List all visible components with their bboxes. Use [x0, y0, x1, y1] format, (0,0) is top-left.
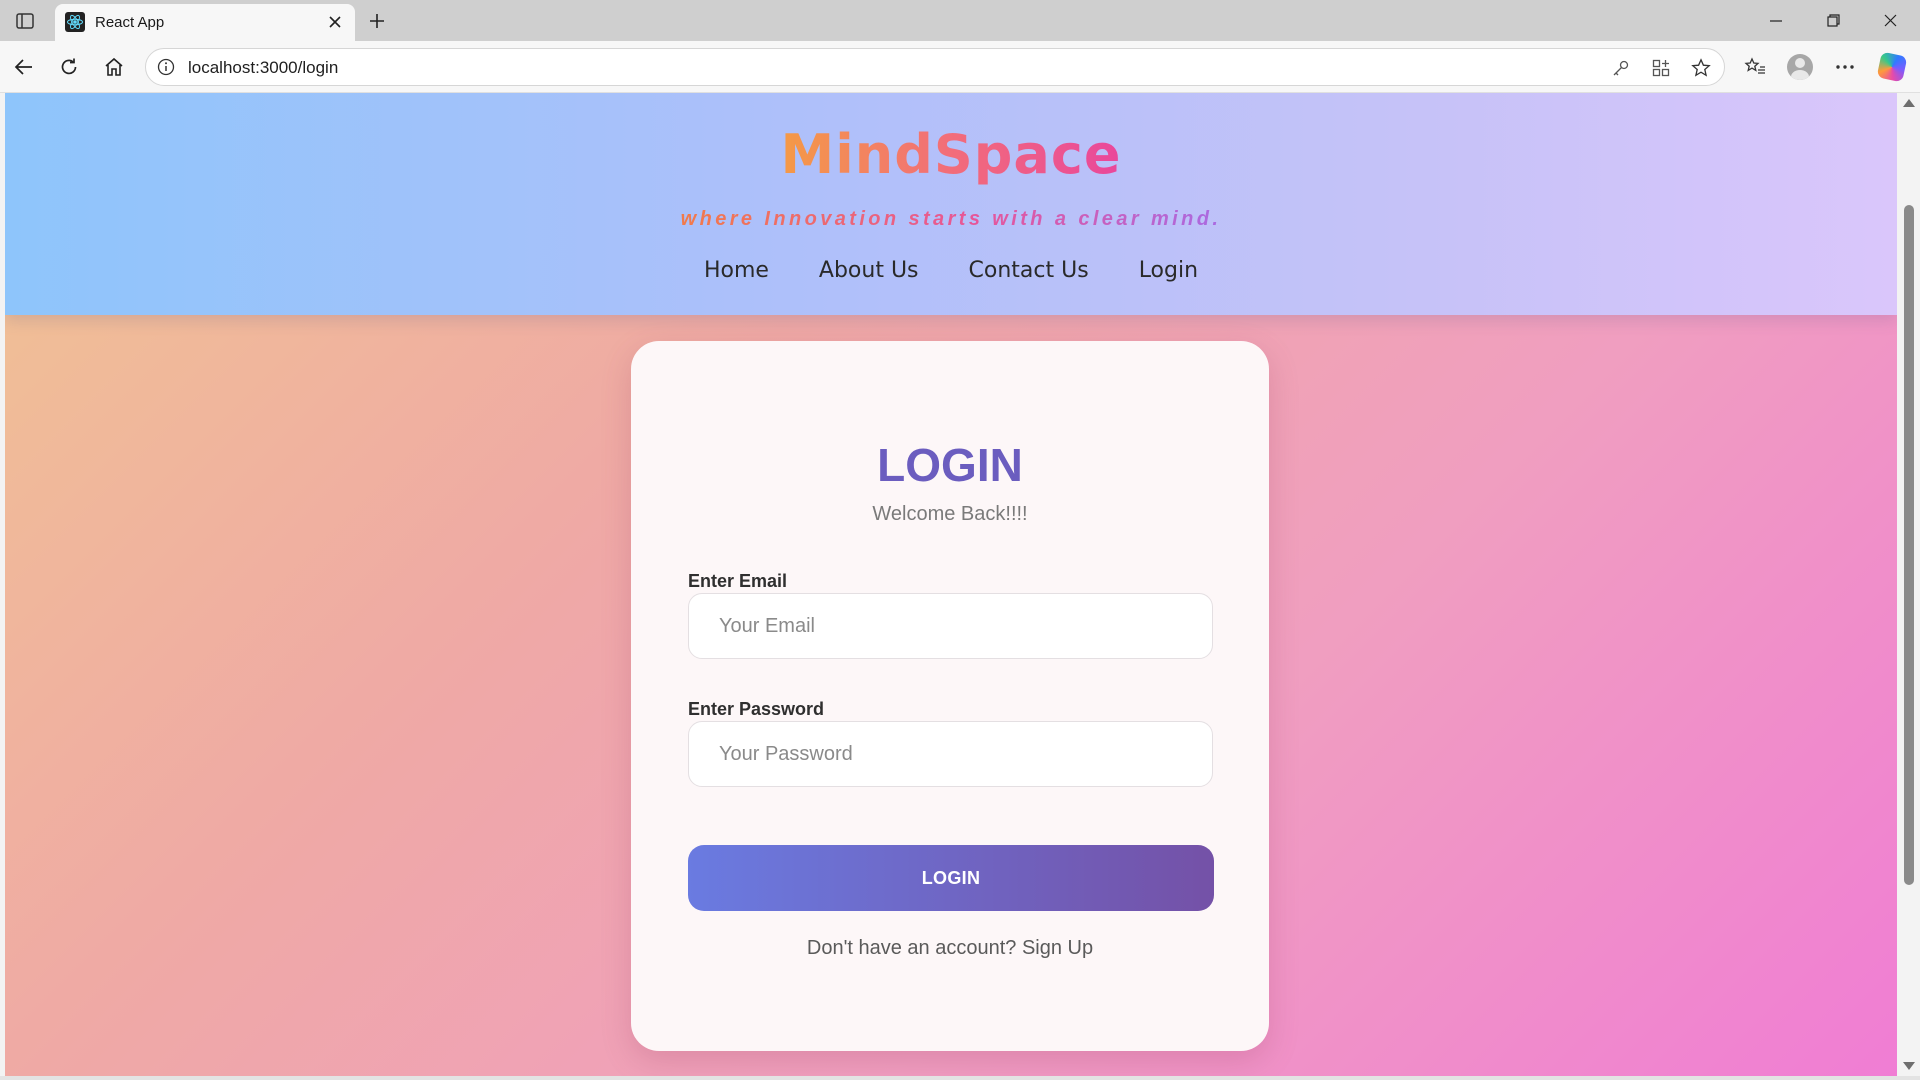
brand-name: MindSpace	[780, 123, 1122, 186]
copilot-icon[interactable]	[1876, 51, 1908, 83]
new-tab-icon[interactable]	[363, 7, 391, 35]
tagline-text: where Innovation starts with a clear min…	[680, 208, 1222, 230]
login-title: LOGIN	[877, 439, 1023, 491]
password-label: Enter Password	[688, 699, 825, 719]
site-info-icon[interactable]	[156, 57, 176, 77]
welcome-subtitle: Welcome Back!!!!	[872, 503, 1028, 525]
page-scrollbar[interactable]	[1897, 93, 1920, 1076]
close-window-icon[interactable]	[1862, 0, 1918, 41]
nav-contact-us[interactable]: Contact Us	[969, 258, 1089, 283]
browser-tab[interactable]: React App	[55, 4, 355, 41]
back-icon[interactable]	[8, 51, 40, 83]
restore-icon[interactable]	[1805, 0, 1861, 41]
home-icon[interactable]	[98, 51, 130, 83]
copilot-logo	[1876, 51, 1908, 83]
sidebar-toggle-icon[interactable]	[12, 8, 38, 34]
profile-avatar[interactable]	[1784, 51, 1816, 83]
email-label: Enter Email	[688, 571, 788, 591]
signup-prompt: Don't have an account?	[806, 937, 1017, 959]
minimize-icon[interactable]	[1748, 0, 1804, 41]
signup-link[interactable]: Sign Up	[1022, 937, 1093, 959]
scroll-down-icon[interactable]	[1903, 1062, 1915, 1070]
nav-home[interactable]: Home	[704, 258, 769, 283]
react-icon	[65, 12, 85, 32]
address-bar[interactable]: localhost:3000/login	[145, 48, 1725, 86]
avatar-icon	[1787, 54, 1813, 80]
brand-title: MindSpace	[5, 123, 1897, 186]
site-header: MindSpace where Innovation starts with a…	[5, 93, 1897, 315]
browser-tab-bar: React App	[0, 0, 1920, 41]
favorites-list-icon[interactable]	[1739, 51, 1771, 83]
nav-about-us[interactable]: About Us	[819, 258, 919, 283]
page-viewport: MindSpace where Innovation starts with a…	[5, 93, 1897, 1076]
favorite-star-icon[interactable]	[1689, 56, 1713, 80]
reload-icon[interactable]	[53, 51, 85, 83]
app-available-icon[interactable]	[1649, 56, 1673, 80]
window-bottom-edge	[0, 1076, 1920, 1080]
close-tab-icon[interactable]	[325, 12, 345, 32]
tagline: where Innovation starts with a clear min…	[5, 208, 1897, 231]
password-key-icon[interactable]	[1609, 56, 1633, 80]
main-nav: Home About Us Contact Us Login	[5, 258, 1897, 283]
signup-row: Don't have an account? Sign Up	[631, 937, 1269, 960]
login-card: LOGIN Welcome Back!!!! Enter Email Enter…	[631, 341, 1269, 1051]
password-field[interactable]	[688, 721, 1213, 787]
email-field[interactable]	[688, 593, 1213, 659]
scroll-up-icon[interactable]	[1903, 99, 1915, 107]
tab-title: React App	[95, 14, 165, 31]
browser-toolbar: localhost:3000/login	[0, 41, 1920, 93]
scrollbar-thumb[interactable]	[1904, 205, 1914, 885]
more-options-icon[interactable]	[1829, 51, 1861, 83]
url-text[interactable]: localhost:3000/login	[188, 58, 338, 78]
login-button[interactable]: LOGIN	[688, 845, 1214, 911]
nav-login[interactable]: Login	[1139, 258, 1198, 283]
